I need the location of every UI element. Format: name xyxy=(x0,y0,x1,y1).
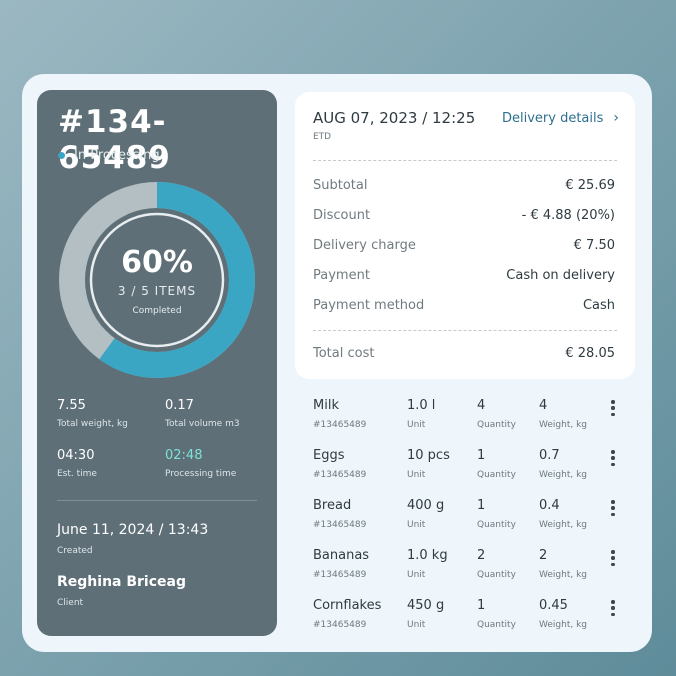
list-item[interactable]: Cornflakes #13465489 450 g Unit 1 Quantity … xyxy=(313,598,633,638)
divider xyxy=(57,500,257,501)
item-qty: 4 xyxy=(477,398,486,413)
etd-label: ETD xyxy=(313,132,332,142)
delivery-details-link[interactable]: Delivery details › xyxy=(502,110,619,126)
item-code: #13465489 xyxy=(313,620,367,630)
summary-row-delivery-charge: Delivery charge € 7.50 xyxy=(313,238,615,253)
item-name: Bread xyxy=(313,498,352,513)
more-options-icon[interactable] xyxy=(610,450,616,466)
item-unit: 450 g xyxy=(407,598,445,613)
summary-row-discount: Discount - € 4.88 (20%) xyxy=(313,208,615,223)
progress-items: 3 / 5 ITEMS xyxy=(117,283,197,298)
dashed-divider xyxy=(313,160,617,161)
item-qty: 2 xyxy=(477,548,486,563)
status-label: In Processing xyxy=(74,148,160,163)
item-qty: 1 xyxy=(477,598,486,613)
order-status-panel: #134-65489 In Processing 60% 3 / 5 ITEMS… xyxy=(37,90,277,636)
client-name: Reghina Briceag xyxy=(57,574,186,590)
item-unit: 1.0 l xyxy=(407,398,436,413)
item-name: Cornflakes xyxy=(313,598,382,613)
progress-percent: 60% xyxy=(121,244,193,280)
item-weight: 0.4 xyxy=(539,498,560,513)
status-dot-icon xyxy=(58,152,65,159)
client-label: Client xyxy=(57,598,84,608)
created-label: Created xyxy=(57,546,93,556)
item-qty: 1 xyxy=(477,498,486,513)
list-item[interactable]: Eggs #13465489 10 pcs Unit 1 Quantity 0.7 We… xyxy=(313,448,633,488)
summary-row-total: Total cost € 28.05 xyxy=(313,346,615,361)
list-item[interactable]: Bananas #13465489 1.0 kg Unit 2 Quantity 2W… xyxy=(313,548,633,588)
created-date: June 11, 2024 / 13:43 xyxy=(57,522,209,538)
stat-processing-time: 02:48 Processing time xyxy=(165,448,237,479)
item-code: #13465489 xyxy=(313,520,367,530)
summary-row-payment: Payment Cash on delivery xyxy=(313,268,615,283)
list-item[interactable]: Bread #13465489 400 g Unit 1 Quantity 0.4 We… xyxy=(313,498,633,538)
status-badge: In Processing xyxy=(58,148,160,163)
item-name: Eggs xyxy=(313,448,345,463)
item-weight: 2 xyxy=(539,548,548,563)
item-unit: 1.0 kg xyxy=(407,548,448,563)
more-options-icon[interactable] xyxy=(610,600,616,616)
stat-total-weight: 7.55 Total weight, kg xyxy=(57,398,128,429)
dashed-divider xyxy=(313,330,617,331)
order-summary-card: AUG 07, 2023 / 12:25 ETD Delivery detail… xyxy=(295,92,635,379)
item-qty: 1 xyxy=(477,448,486,463)
more-options-icon[interactable] xyxy=(610,550,616,566)
item-name: Bananas xyxy=(313,548,370,563)
stat-est-time: 04:30 Est. time xyxy=(57,448,97,479)
item-code: #13465489 xyxy=(313,420,367,430)
summary-row-payment-method: Payment method Cash xyxy=(313,298,615,313)
item-name: Milk xyxy=(313,398,339,413)
etd-date: AUG 07, 2023 / 12:25 xyxy=(313,109,476,127)
more-options-icon[interactable] xyxy=(610,400,616,416)
item-weight: 0.45 xyxy=(539,598,568,613)
chevron-right-icon: › xyxy=(613,110,619,126)
list-item[interactable]: Milk #13465489 1.0 l Unit 4 Quantity 4 Weigh… xyxy=(313,398,633,438)
order-id: #134-65489 xyxy=(58,104,171,176)
more-options-icon[interactable] xyxy=(610,500,616,516)
item-code: #13465489 xyxy=(313,470,367,480)
stat-total-volume: 0.17 Total volume m3 xyxy=(165,398,240,429)
summary-row-subtotal: Subtotal € 25.69 xyxy=(313,178,615,193)
item-code: #13465489 xyxy=(313,570,367,580)
item-unit: 400 g xyxy=(407,498,445,513)
progress-completed-label: Completed xyxy=(132,305,182,316)
item-weight: 4 xyxy=(539,398,548,413)
item-unit: 10 pcs xyxy=(407,448,450,463)
item-weight: 0.7 xyxy=(539,448,560,463)
